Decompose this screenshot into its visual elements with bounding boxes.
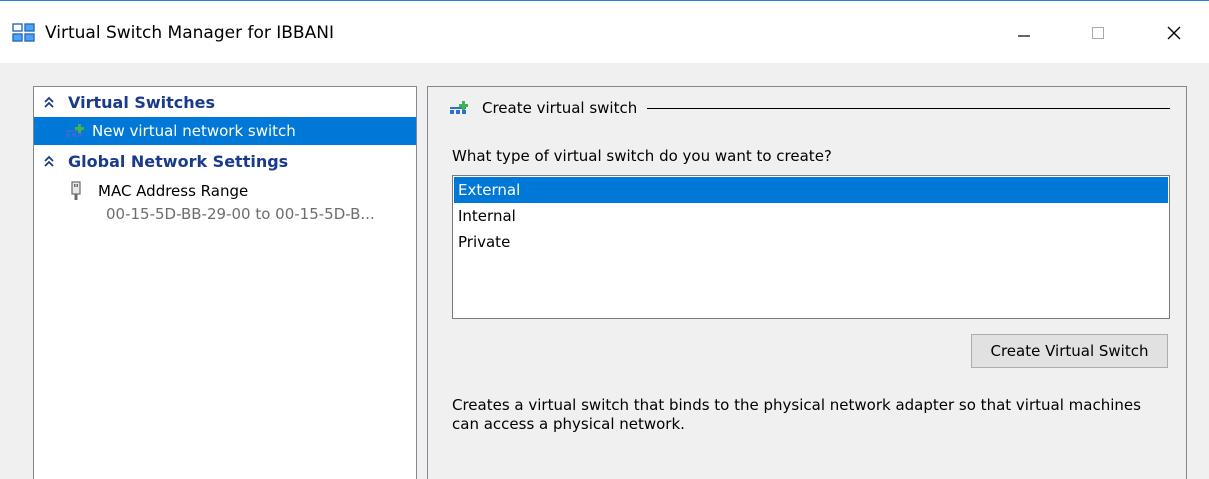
- virtual-switch-manager-window: Virtual Switch Manager for IBBANI Virtua…: [0, 0, 1209, 479]
- switch-type-description: Creates a virtual switch that binds to t…: [452, 396, 1141, 433]
- switch-type-listbox[interactable]: External Internal Private: [452, 175, 1170, 319]
- section-virtual-switches[interactable]: Virtual Switches: [34, 90, 416, 114]
- group-header-create-virtual-switch: Create virtual switch: [448, 95, 1170, 121]
- tree-item-label: MAC Address Range: [98, 182, 249, 200]
- virtual-switch-manager-icon: [12, 23, 36, 43]
- add-network-switch-icon: [64, 121, 88, 141]
- switch-type-option-external[interactable]: External: [454, 177, 1168, 203]
- minimize-icon: [1018, 35, 1030, 37]
- window-title: Virtual Switch Manager for IBBANI: [45, 23, 334, 43]
- maximize-icon: [1092, 27, 1104, 39]
- group-title: Create virtual switch: [482, 99, 638, 117]
- switch-type-option-internal[interactable]: Internal: [454, 203, 1168, 229]
- tree-item-mac-address-range[interactable]: MAC Address Range: [34, 179, 416, 203]
- details-pane: Create virtual switch What type of virtu…: [427, 86, 1187, 479]
- close-button[interactable]: [1152, 15, 1196, 51]
- create-virtual-switch-button[interactable]: Create Virtual Switch: [971, 334, 1168, 368]
- tree-item-new-virtual-network-switch[interactable]: New virtual network switch: [34, 117, 416, 145]
- mac-address-range-value: 00-15-5D-BB-29-00 to 00-15-5D-B...: [106, 205, 375, 223]
- switch-type-question: What type of virtual switch do you want …: [452, 147, 832, 165]
- title-bar[interactable]: Virtual Switch Manager for IBBANI: [0, 1, 1209, 63]
- add-network-switch-icon: [448, 98, 472, 118]
- section-label: Virtual Switches: [68, 92, 216, 112]
- collapse-chevron-icon[interactable]: [38, 90, 60, 114]
- section-global-network-settings[interactable]: Global Network Settings: [34, 149, 416, 173]
- maximize-button[interactable]: [1076, 15, 1120, 51]
- switch-type-option-private[interactable]: Private: [454, 229, 1168, 255]
- group-divider: [647, 107, 1170, 109]
- collapse-chevron-icon[interactable]: [38, 149, 60, 173]
- network-adapter-icon: [64, 181, 88, 201]
- minimize-button[interactable]: [1002, 15, 1046, 51]
- close-icon: [1167, 26, 1181, 40]
- navigation-pane: Virtual Switches New virtual network swi…: [33, 86, 417, 479]
- section-label: Global Network Settings: [68, 151, 289, 171]
- tree-item-label: New virtual network switch: [92, 122, 296, 140]
